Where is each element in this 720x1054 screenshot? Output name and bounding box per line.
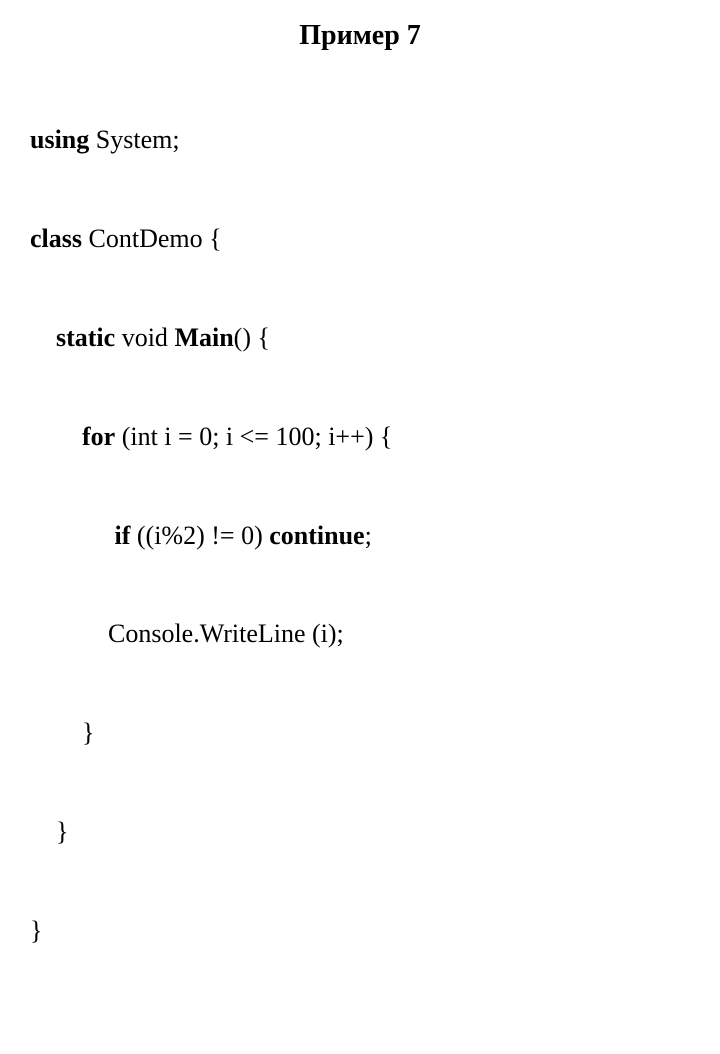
keyword-if: if xyxy=(115,521,131,550)
code-line: class ContDemo { xyxy=(30,214,690,263)
indent xyxy=(30,817,56,846)
keyword-using: using xyxy=(30,125,89,154)
slide-title: Пример 7 xyxy=(30,20,690,52)
indent xyxy=(30,422,82,451)
indent xyxy=(30,619,108,648)
indent xyxy=(30,718,82,747)
code-line: } xyxy=(30,906,690,955)
slide: Пример 7 using System; class ContDemo { … xyxy=(0,0,720,1054)
code-text: ((i%2) != 0) xyxy=(130,521,269,550)
code-text: () { xyxy=(234,323,270,352)
code-text: ; xyxy=(365,521,372,550)
code-text: } xyxy=(30,916,42,945)
code-block: using System; class ContDemo { static vo… xyxy=(30,66,690,1054)
keyword-static: static xyxy=(56,323,115,352)
indent xyxy=(30,323,56,352)
code-text: } xyxy=(82,718,94,747)
code-line: static void Main() { xyxy=(30,313,690,362)
code-line: } xyxy=(30,708,690,757)
code-line: Console.WriteLine (i); xyxy=(30,609,690,658)
keyword-continue: continue xyxy=(269,521,364,550)
code-text: Console.WriteLine (i); xyxy=(108,619,344,648)
code-line: } xyxy=(30,807,690,856)
keyword-class: class xyxy=(30,224,82,253)
code-line: using System; xyxy=(30,115,690,164)
code-line: for (int i = 0; i <= 100; i++) { xyxy=(30,412,690,461)
code-text: ContDemo { xyxy=(82,224,222,253)
code-text: } xyxy=(56,817,68,846)
indent xyxy=(30,521,115,550)
code-line: if ((i%2) != 0) continue; xyxy=(30,511,690,560)
keyword-for: for xyxy=(82,422,115,451)
keyword-main: Main xyxy=(174,323,233,352)
code-text: System; xyxy=(89,125,179,154)
code-text: (int i = 0; i <= 100; i++) { xyxy=(115,422,392,451)
code-text: void xyxy=(115,323,174,352)
